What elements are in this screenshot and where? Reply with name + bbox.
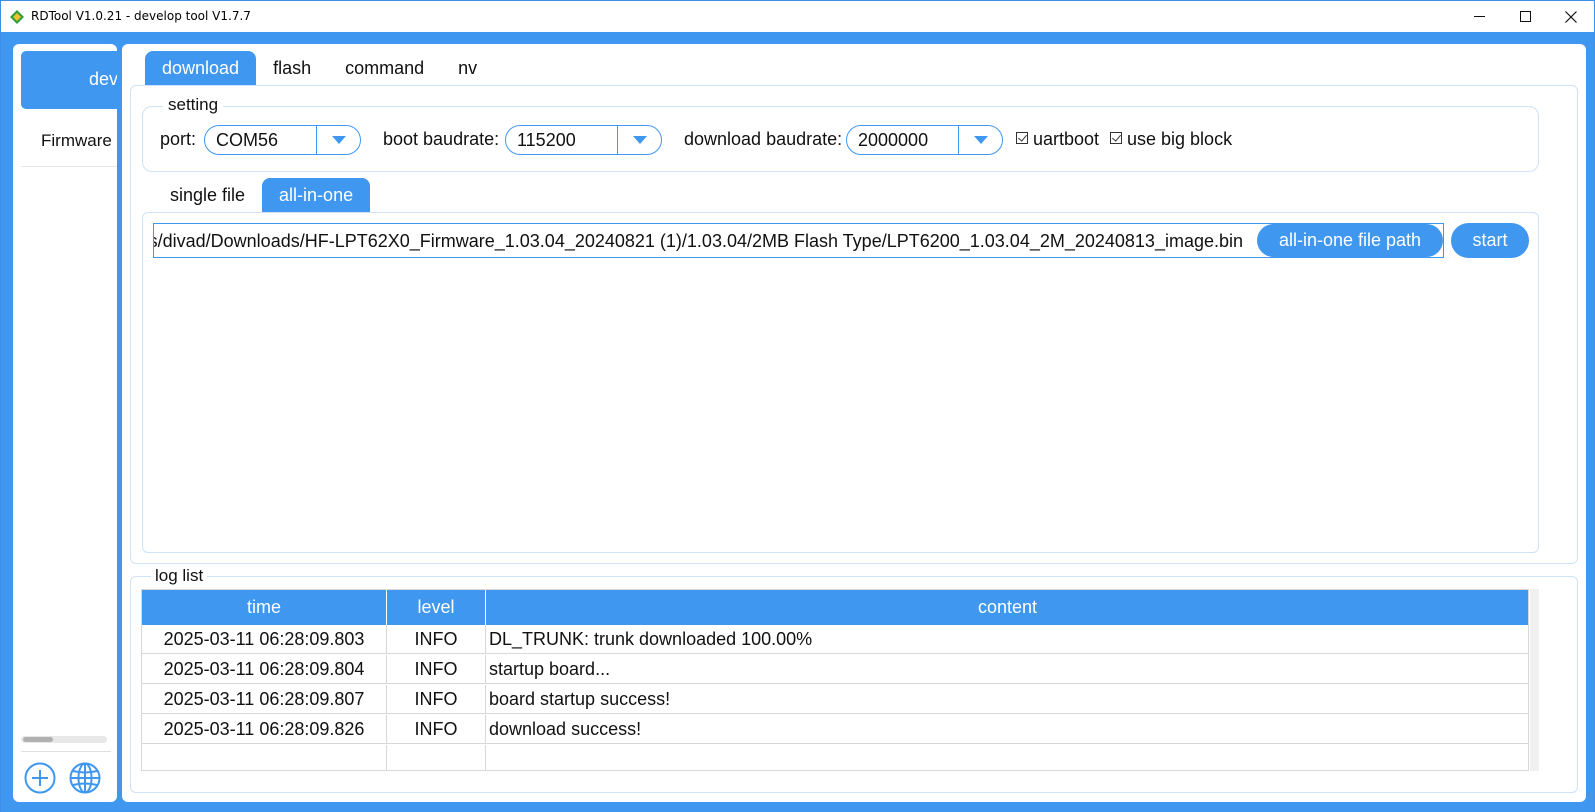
table-row[interactable]: 2025-03-11 06:28:09.804 INFO startup boa…: [142, 655, 1528, 684]
log-content-cell: [486, 745, 1528, 770]
tab-all-in-one[interactable]: all-in-one: [262, 178, 371, 212]
download-baudrate-value: 2000000: [858, 130, 929, 150]
log-level-cell: INFO: [387, 625, 486, 654]
minimize-icon: [1473, 16, 1485, 17]
close-icon: [1565, 10, 1577, 23]
log-level-cell: INFO: [387, 715, 486, 744]
log-content-cell: board startup success!: [486, 685, 1528, 714]
close-button[interactable]: [1548, 1, 1594, 32]
log-table-header: time level content: [142, 590, 1528, 625]
table-row-empty: [142, 745, 1528, 770]
log-level-cell: [387, 745, 486, 770]
title-bar[interactable]: RDTool V1.0.21 - develop tool V1.7.7: [1, 1, 1594, 32]
boot-baudrate-select[interactable]: 115200: [505, 125, 662, 155]
tab-flash[interactable]: flash: [256, 51, 328, 85]
table-row[interactable]: 2025-03-11 06:28:09.803 INFO DL_TRUNK: t…: [142, 625, 1528, 654]
log-content-cell: download success!: [486, 715, 1528, 744]
app-logo-icon: [10, 10, 24, 24]
combo-separator: [958, 126, 959, 154]
log-vertical-scrollbar[interactable]: [1530, 589, 1539, 771]
tab-nv[interactable]: nv: [441, 51, 494, 85]
sidebar-divider: [21, 751, 111, 752]
checkbox-checked-icon[interactable]: [1110, 132, 1122, 144]
log-list-group: log list time level content 2025-03-11 0…: [130, 566, 1578, 793]
column-header-content[interactable]: content: [486, 590, 1528, 625]
globe-icon[interactable]: [68, 761, 102, 795]
log-table: time level content 2025-03-11 06:28:09.8…: [141, 589, 1529, 771]
start-button[interactable]: start: [1451, 223, 1529, 258]
sidebar-item-label: Firmware: [41, 131, 112, 150]
combo-separator: [316, 126, 317, 154]
uartboot-checkbox[interactable]: uartboot: [1016, 129, 1099, 150]
scrollbar-thumb[interactable]: [23, 737, 53, 742]
download-tab-panel: setting port: COM56 boot baudrate: 11520…: [130, 85, 1578, 564]
maximize-icon: [1519, 11, 1531, 22]
file-path-input[interactable]: ers/divad/Downloads/HF-LPT62X0_Firmware_…: [153, 223, 1444, 258]
column-header-level[interactable]: level: [387, 590, 486, 625]
log-time-cell: 2025-03-11 06:28:09.807: [142, 685, 387, 714]
tab-download[interactable]: download: [145, 51, 257, 85]
log-level-cell: INFO: [387, 685, 486, 714]
setting-group: setting port: COM56 boot baudrate: 11520…: [142, 95, 1539, 172]
column-header-time[interactable]: time: [142, 590, 387, 625]
port-label: port:: [160, 129, 197, 149]
uartboot-label: uartboot: [1033, 129, 1100, 149]
boot-baudrate-value: 115200: [517, 130, 576, 150]
all-in-one-file-path-button[interactable]: all-in-one file path: [1257, 224, 1443, 257]
tab-single-file[interactable]: single file: [153, 178, 262, 212]
port-select[interactable]: COM56: [204, 125, 361, 155]
maximize-button[interactable]: [1502, 1, 1548, 32]
log-time-cell: 2025-03-11 06:28:09.803: [142, 625, 387, 654]
app-window: RDTool V1.0.21 - develop tool V1.7.7 dev…: [0, 0, 1595, 812]
sidebar-item-firmware[interactable]: Firmware: [21, 119, 117, 167]
file-path-value: ers/divad/Downloads/HF-LPT62X0_Firmware_…: [153, 231, 1243, 251]
log-content-cell: startup board...: [486, 655, 1528, 684]
checkbox-checked-icon[interactable]: [1016, 132, 1028, 144]
log-list-title: log list: [151, 566, 208, 586]
chevron-down-icon[interactable]: [332, 136, 346, 144]
sidebar-horizontal-scrollbar[interactable]: [21, 736, 107, 743]
log-level-cell: INFO: [387, 655, 486, 684]
log-content-cell: DL_TRUNK: trunk downloaded 100.00%: [486, 625, 1528, 654]
minimize-button[interactable]: [1456, 1, 1502, 32]
window-title: RDTool V1.0.21 - develop tool V1.7.7: [31, 9, 251, 23]
log-time-cell: 2025-03-11 06:28:09.826: [142, 715, 387, 744]
download-baudrate-label: download baudrate:: [684, 129, 843, 149]
log-time-cell: [142, 745, 387, 770]
table-row[interactable]: 2025-03-11 06:28:09.826 INFO download su…: [142, 715, 1528, 744]
chevron-down-icon[interactable]: [633, 136, 647, 144]
combo-separator: [617, 126, 618, 154]
download-mode-tabs: single file all-in-one: [153, 178, 371, 212]
use-big-block-label: use big block: [1127, 129, 1233, 149]
table-row[interactable]: 2025-03-11 06:28:09.807 INFO board start…: [142, 685, 1528, 714]
main-tabs: download flash command nv: [145, 51, 494, 85]
sidebar-item-develop-tool[interactable]: develop tool: [21, 51, 117, 109]
add-circle-icon[interactable]: [23, 761, 57, 795]
download-baudrate-select[interactable]: 2000000: [846, 125, 1003, 155]
all-in-one-panel: ers/divad/Downloads/HF-LPT62X0_Firmware_…: [142, 212, 1539, 553]
sidebar-item-label: develop tool: [89, 69, 117, 89]
use-big-block-checkbox[interactable]: use big block: [1110, 129, 1232, 150]
log-time-cell: 2025-03-11 06:28:09.804: [142, 655, 387, 684]
port-select-value: COM56: [216, 130, 279, 150]
boot-baudrate-label: boot baudrate:: [383, 129, 500, 149]
tab-command[interactable]: command: [328, 51, 441, 85]
sidebar: develop tool Firmware: [13, 44, 117, 802]
main-panel: download flash command nv setting port: …: [122, 44, 1586, 802]
setting-group-title: setting: [163, 95, 224, 115]
chevron-down-icon[interactable]: [974, 136, 988, 144]
